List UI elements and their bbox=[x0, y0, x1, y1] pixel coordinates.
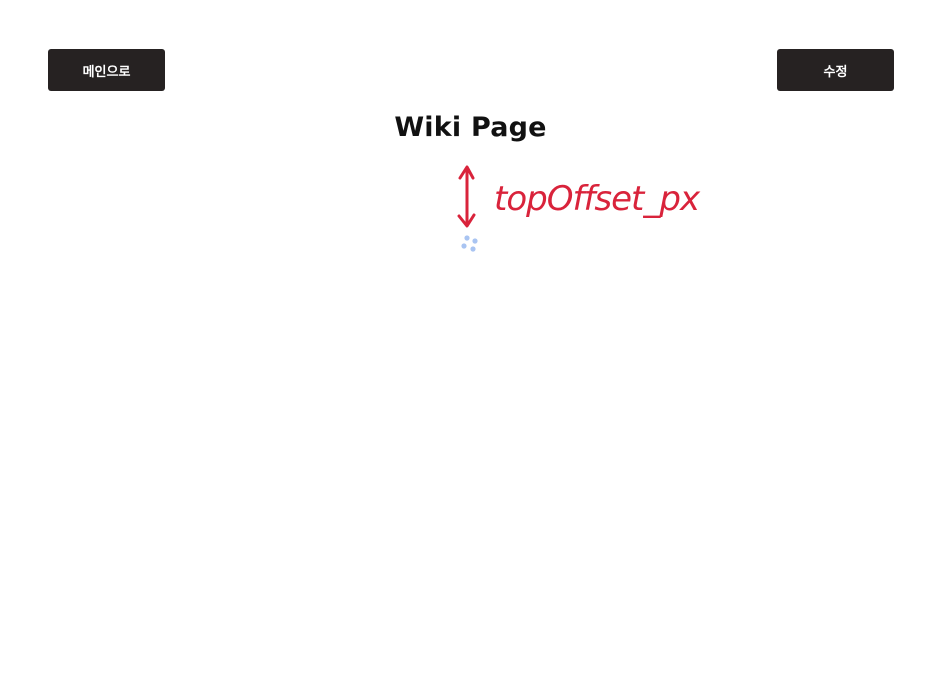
wiki-page: 메인으로 수정 Wiki Page topOffset_px bbox=[0, 0, 941, 687]
page-title: Wiki Page bbox=[394, 112, 547, 143]
edit-button[interactable]: 수정 bbox=[777, 49, 894, 91]
annotation-label: topOffset_px bbox=[494, 179, 701, 219]
back-to-main-button[interactable]: 메인으로 bbox=[48, 49, 165, 91]
loading-spinner-icon bbox=[461, 235, 478, 252]
top-offset-annotation: topOffset_px bbox=[457, 165, 702, 228]
double-arrow-icon bbox=[457, 165, 476, 228]
